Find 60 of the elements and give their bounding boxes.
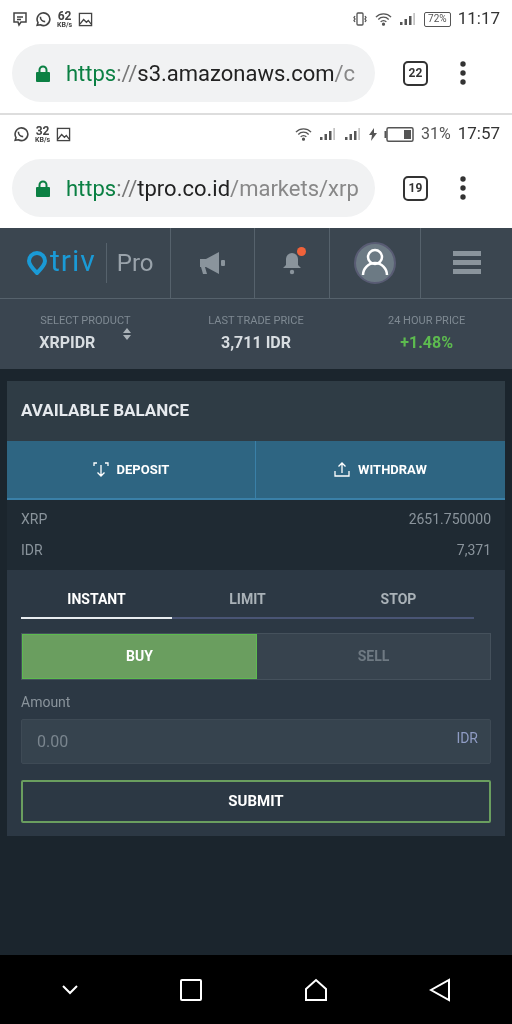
more-menu-icon[interactable]	[460, 61, 466, 85]
asset-name: XRP	[21, 510, 48, 529]
menu-icon	[452, 251, 481, 275]
square-icon[interactable]	[180, 978, 203, 1001]
lightning-icon	[368, 127, 377, 141]
chat-bubble-icon	[34, 10, 51, 28]
order-type-tab[interactable]: STOP	[323, 582, 474, 619]
upload-icon	[334, 462, 351, 477]
download-icon	[92, 462, 109, 477]
more-menu-icon[interactable]	[460, 176, 466, 200]
battery-indicator: 72%	[424, 11, 451, 27]
product-select[interactable]: XRPIDR	[39, 331, 96, 356]
ticker-label: LAST TRADE PRICE	[208, 312, 304, 329]
ticker-label: SELECT PRODUCT	[40, 312, 131, 329]
submit-button[interactable]: SUBMIT	[21, 780, 491, 823]
tab-count-button[interactable]: 19	[403, 175, 428, 201]
ticker-value: +1.48%	[400, 332, 454, 355]
image-icon	[56, 126, 72, 142]
brand-name: triv	[50, 246, 96, 280]
battery-icon	[383, 126, 414, 142]
lock-icon	[36, 64, 50, 82]
address-bar[interactable]: https://s3.amazonaws.com/c	[12, 44, 375, 102]
signal-icon	[343, 127, 362, 141]
amount-field[interactable]: 0.00 IDR	[21, 719, 491, 764]
amount-label: Amount	[21, 693, 72, 712]
signal-icon	[399, 12, 418, 26]
image-icon	[78, 11, 94, 27]
bell-icon	[282, 251, 302, 275]
clock-time: 11:17	[457, 7, 500, 31]
wifi-icon	[294, 127, 312, 141]
ticker-value: 3,711 IDR	[221, 332, 291, 355]
location-pin-icon	[27, 251, 47, 275]
battery-percent: 31%	[420, 123, 451, 145]
chat-bubble-icon	[12, 125, 29, 143]
amount-placeholder: 0.00	[37, 730, 69, 753]
avatar-icon	[354, 242, 396, 284]
address-bar[interactable]: https://tpro.co.id/markets/xrp	[12, 159, 375, 217]
megaphone-icon	[198, 251, 227, 275]
balance-title: AVAILABLE BALANCE	[21, 399, 189, 423]
brand-suffix: Pro	[116, 248, 154, 279]
signal-icon	[318, 127, 337, 141]
tab-count-button[interactable]: 22	[403, 60, 428, 86]
home-icon[interactable]	[303, 977, 328, 1002]
lock-icon	[36, 179, 50, 197]
deposit-button[interactable]: DEPOSIT	[7, 441, 256, 498]
message-icon	[12, 11, 28, 27]
order-type-tab[interactable]: LIMIT	[172, 582, 323, 619]
wifi-icon	[375, 12, 393, 26]
sort-arrows-icon	[123, 328, 132, 341]
clock-time: 17:57	[457, 122, 500, 146]
order-type-tab[interactable]: INSTANT	[21, 582, 172, 619]
vibrate-icon	[352, 11, 369, 27]
ticker-label: 24 HOUR PRICE	[388, 312, 466, 329]
back-icon[interactable]	[429, 977, 452, 1002]
asset-amount: 7,371	[456, 541, 491, 560]
chevron-down-icon[interactable]	[60, 984, 79, 995]
currency-unit: IDR	[456, 729, 478, 748]
asset-amount: 2651.750000	[408, 510, 491, 529]
withdraw-button[interactable]: WITHDRAW	[256, 441, 505, 498]
asset-name: IDR	[21, 541, 43, 560]
